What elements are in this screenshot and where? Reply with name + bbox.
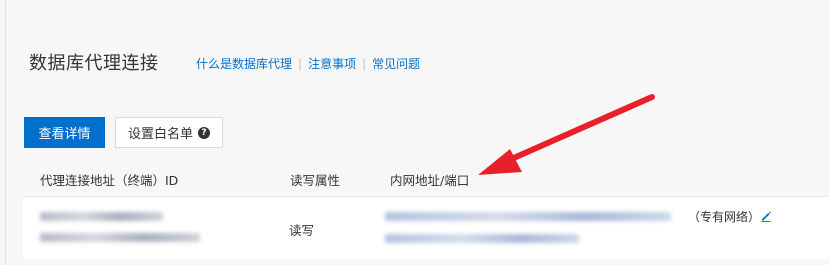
annotation-arrow	[478, 94, 655, 175]
